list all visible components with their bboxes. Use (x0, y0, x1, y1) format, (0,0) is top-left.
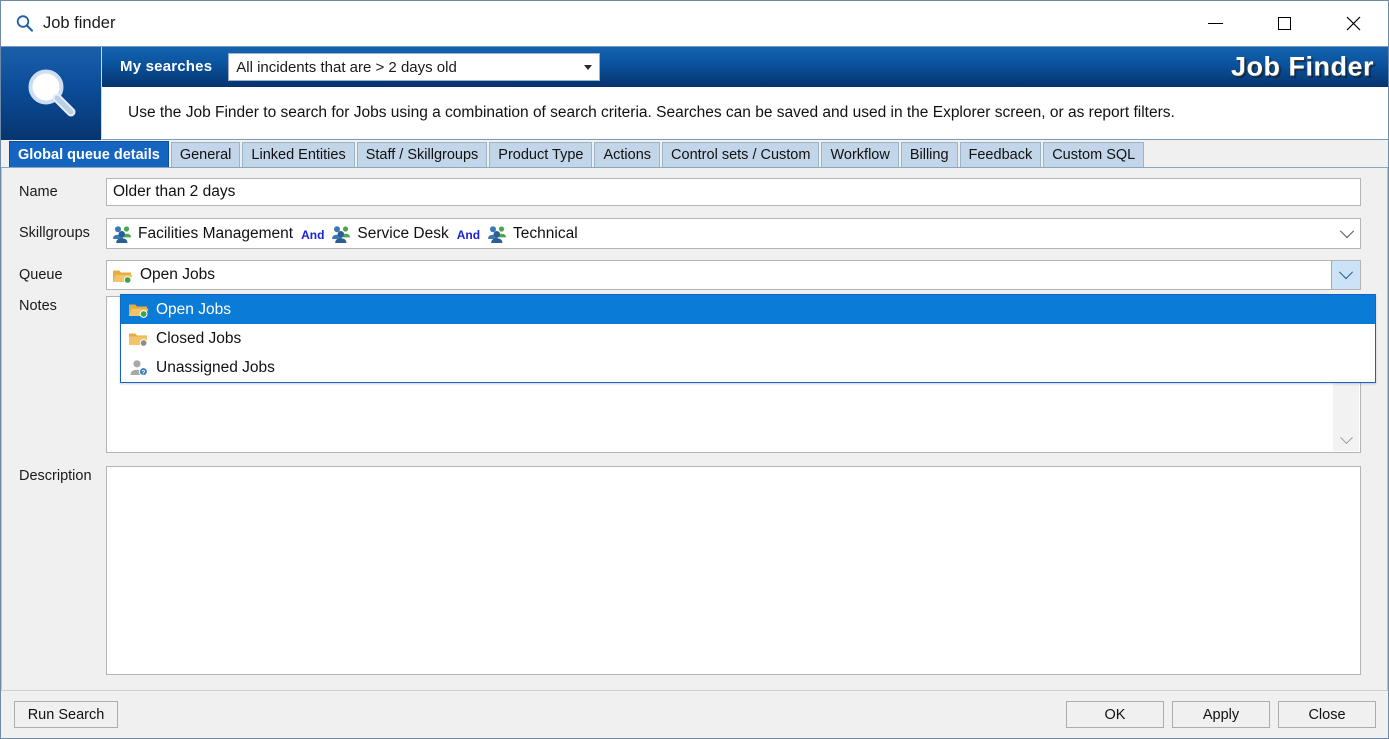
queue-combobox[interactable]: Open Jobs (106, 260, 1361, 290)
tab-product-type[interactable]: Product Type (489, 142, 593, 167)
notes-label: Notes (19, 298, 57, 314)
footer-actions: OK Apply Close (1066, 701, 1376, 728)
minimize-icon[interactable] (1181, 1, 1250, 46)
chevron-down-icon (1339, 223, 1355, 238)
skillgroup-label: Facilities Management (138, 224, 294, 242)
skillgroup-chip: Technical (487, 225, 578, 243)
queue-row: Queue Open Jobs (2, 260, 1389, 290)
skillgroup-chip: Service Desk (331, 224, 449, 243)
header-toolbar: My searches All incidents that are > 2 d… (102, 47, 1388, 87)
my-searches-label: My searches (120, 58, 213, 75)
job-finder-window: Job finder My searches All incidents tha… (0, 0, 1389, 739)
queue-option-open-jobs[interactable]: Open Jobs (121, 295, 1375, 324)
tab-workflow[interactable]: Workflow (821, 142, 899, 167)
name-input[interactable]: Older than 2 days (106, 178, 1361, 206)
tab-global-queue-details[interactable]: Global queue details (9, 141, 169, 167)
window-title: Job finder (43, 14, 116, 32)
queue-option-label: Open Jobs (156, 300, 231, 318)
chevron-down-icon[interactable] (1333, 429, 1359, 451)
tab-strip: Global queue details General Linked Enti… (1, 140, 1388, 168)
close-icon[interactable] (1319, 1, 1388, 46)
tab-billing[interactable]: Billing (900, 142, 958, 167)
queue-dropdown-list[interactable]: Open Jobs Closed Jobs ? Unassigned Jobs (120, 294, 1376, 383)
apply-button[interactable]: Apply (1172, 701, 1270, 728)
chevron-down-icon[interactable] (577, 54, 599, 80)
saved-search-value: All incidents that are > 2 days old (236, 58, 457, 76)
search-icon (15, 14, 34, 33)
skillgroup-label: Technical (513, 224, 578, 242)
close-button[interactable]: Close (1278, 701, 1376, 728)
queue-value: Open Jobs (140, 266, 215, 283)
people-group-icon (487, 225, 508, 243)
tab-linked-entities[interactable]: Linked Entities (242, 142, 355, 167)
people-group-icon (112, 225, 133, 243)
maximize-icon[interactable] (1250, 1, 1319, 46)
brand-title: Job Finder (1230, 51, 1374, 82)
queue-option-label: Closed Jobs (156, 329, 242, 347)
tab-general[interactable]: General (170, 142, 241, 167)
footer-bar: Run Search OK Apply Close (1, 690, 1388, 738)
skillgroup-operator: And (301, 227, 325, 242)
name-value: Older than 2 days (113, 183, 236, 200)
queue-option-closed-jobs[interactable]: Closed Jobs (121, 324, 1375, 353)
description-label: Description (19, 468, 92, 484)
saved-search-select[interactable]: All incidents that are > 2 days old (228, 53, 601, 81)
tab-staff-skillgroups[interactable]: Staff / Skillgroups (356, 142, 488, 167)
skillgroups-input[interactable]: Facilities Management And Service Desk A… (106, 218, 1361, 249)
queue-option-unassigned-jobs[interactable]: ? Unassigned Jobs (121, 353, 1375, 382)
ok-button[interactable]: OK (1066, 701, 1164, 728)
folder-closed-jobs-icon (128, 330, 149, 347)
description-row: Description (2, 466, 1389, 675)
skillgroups-label: Skillgroups (19, 225, 90, 241)
skillgroup-chip: Facilities Management (112, 225, 293, 243)
magnifier-logo-icon (1, 47, 102, 140)
tab-actions[interactable]: Actions (594, 142, 661, 167)
queue-label: Queue (19, 267, 63, 283)
description-textarea[interactable] (106, 466, 1361, 675)
name-row: Name Older than 2 days (2, 178, 1389, 206)
chevron-down-icon (1338, 265, 1354, 280)
people-group-icon (331, 225, 352, 243)
skillgroups-row: Skillgroups Facilities Management And Se… (2, 218, 1389, 249)
folder-open-jobs-icon (112, 267, 133, 284)
tab-control-sets-custom[interactable]: Control sets / Custom (662, 142, 820, 167)
header-description: Use the Job Finder to search for Jobs us… (102, 87, 1388, 140)
tab-custom-sql[interactable]: Custom SQL (1043, 142, 1145, 167)
skillgroup-label: Service Desk (357, 224, 449, 242)
header-right: My searches All incidents that are > 2 d… (102, 47, 1388, 140)
name-label: Name (19, 184, 58, 200)
tab-feedback[interactable]: Feedback (959, 142, 1042, 167)
svg-text:?: ? (141, 369, 145, 376)
title-bar: Job finder (1, 1, 1388, 46)
queue-dropdown-button[interactable] (1331, 261, 1360, 289)
app-header: My searches All incidents that are > 2 d… (1, 46, 1388, 140)
user-unassigned-icon: ? (128, 359, 149, 376)
folder-open-jobs-icon (128, 301, 149, 318)
skillgroup-operator: And (456, 227, 481, 242)
queue-option-label: Unassigned Jobs (156, 358, 275, 376)
run-search-button[interactable]: Run Search (14, 701, 118, 728)
form-panel: Name Older than 2 days Skillgroups Facil… (1, 168, 1388, 690)
window-controls (1181, 1, 1388, 46)
skillgroups-expand-button[interactable] (1334, 219, 1360, 248)
